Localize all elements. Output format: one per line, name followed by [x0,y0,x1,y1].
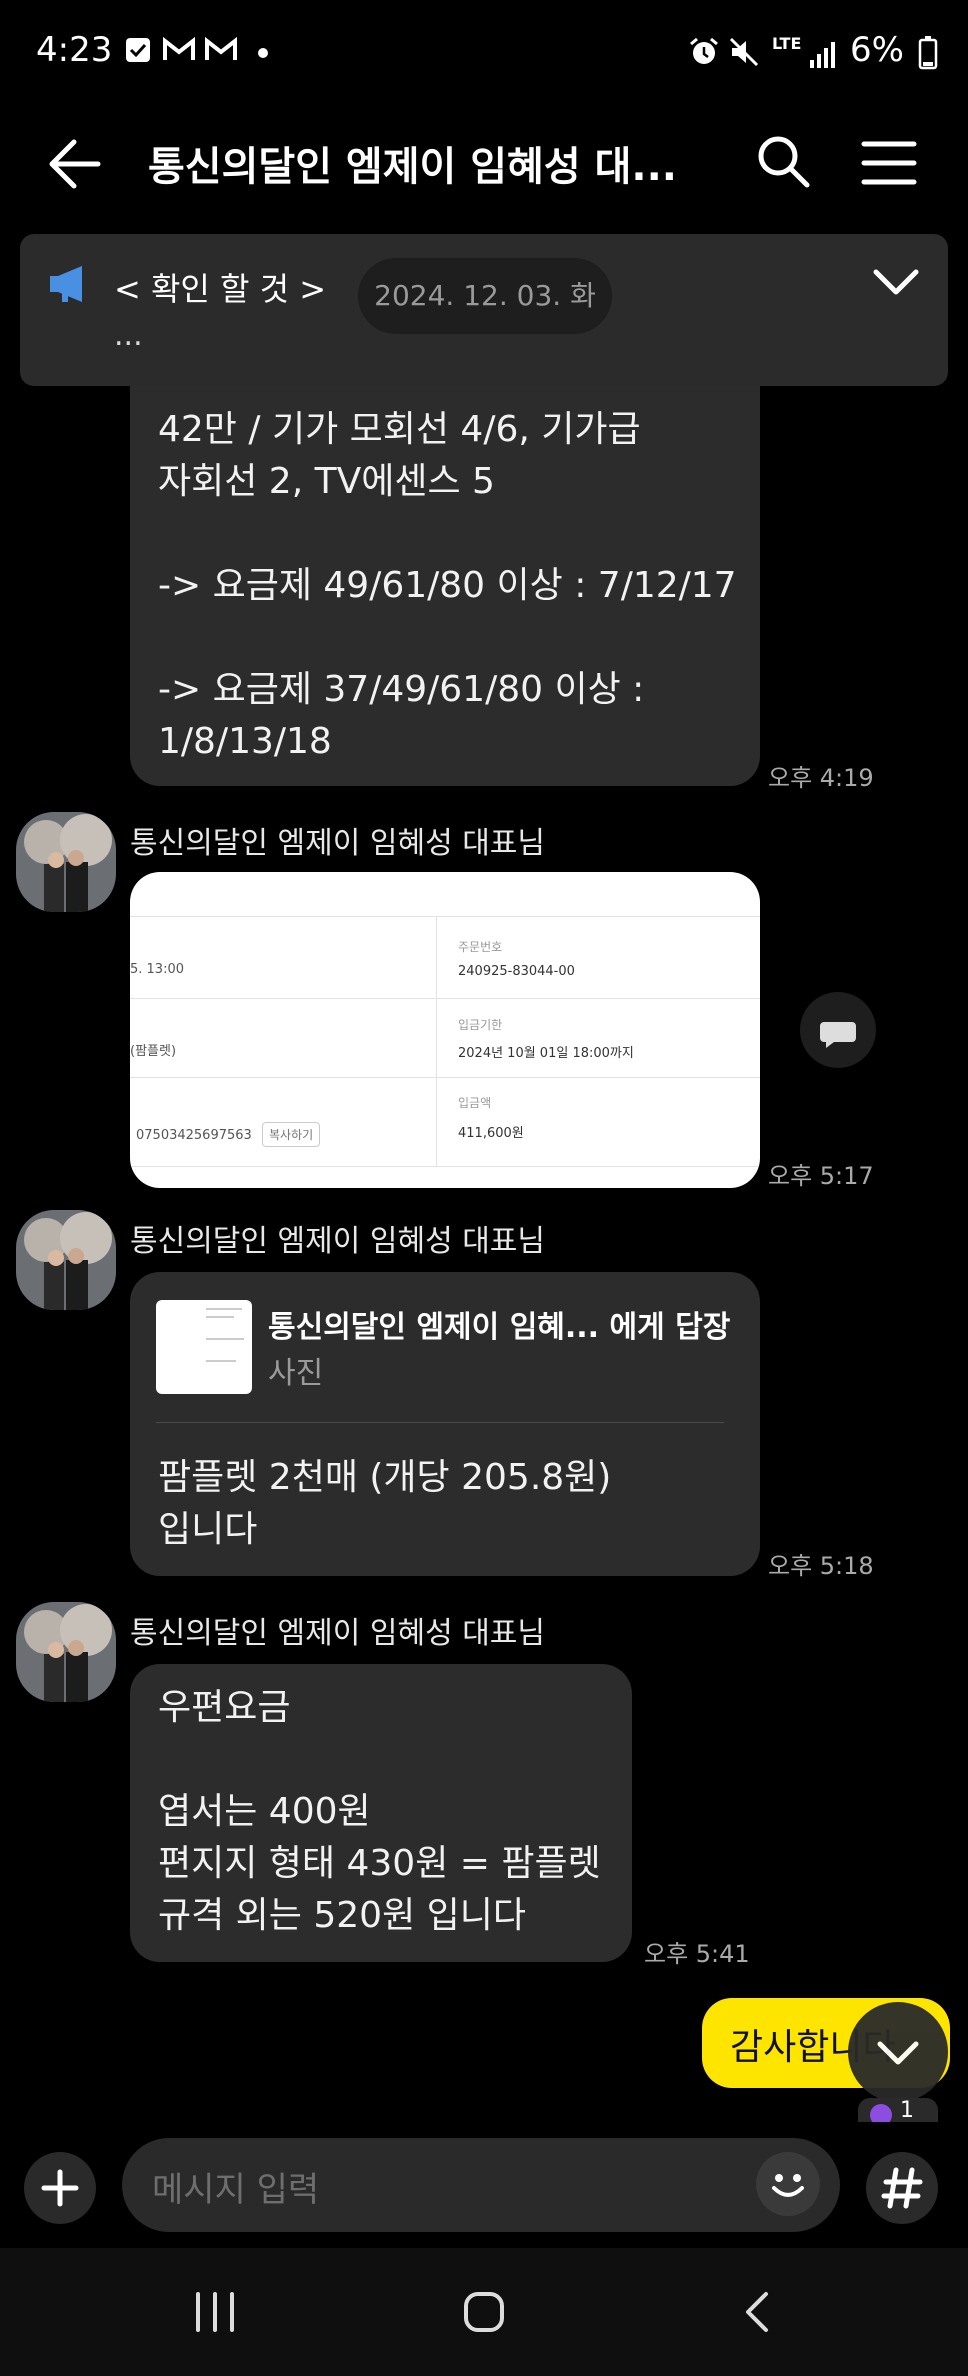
message-text: 42만 / 기가 모회선 4/6, 기가급 자회선 2, TV에센스 5 -> … [158,409,737,762]
home-icon[interactable] [462,2290,506,2334]
scroll-to-bottom-button[interactable] [848,2002,948,2102]
hashtag-button[interactable] [866,2152,938,2224]
sender-name: 통신의달인 엠제이 임혜성 대표님 [130,826,546,861]
sender-name: 통신의달인 엠제이 임혜성 대표님 [130,1616,546,1651]
image-text: 입금기한 [458,1018,503,1032]
image-text: 07503425697563 [136,1128,252,1143]
image-text: 240925-83044-00 [458,964,575,979]
read-status: 1 [858,2098,938,2122]
chat-room-title: 통신의달인 엠제이 임혜성 대... [148,144,677,190]
more-notifications-dot [258,48,268,58]
unread-count: 1 [900,2098,914,2122]
image-text: 주문번호 [458,940,503,954]
checkbox-notification-icon [126,38,150,62]
back-arrow-icon[interactable] [44,134,104,194]
message-time: 오후 5:41 [644,1940,750,1968]
megaphone-icon [50,266,82,302]
emoji-button[interactable] [756,2152,820,2216]
message-time: 오후 5:18 [768,1552,874,1580]
recent-apps-icon[interactable] [190,2290,240,2334]
alarm-icon [690,37,718,64]
reply-type: 사진 [268,1356,324,1391]
gmail-icon [205,36,237,60]
hashtag-icon [881,2167,923,2209]
status-time: 4:23 [36,30,113,70]
message-time: 오후 5:17 [768,1162,874,1190]
image-message[interactable]: 5. 13:00 주문번호 240925-83044-00 (팜플렛) 입금기한… [130,872,760,1188]
notice-title: < 확인 할 것 > [114,270,327,308]
gmail-icon [163,36,195,60]
reply-divider [156,1422,724,1423]
comment-icon [820,1022,856,1048]
plus-icon [41,2169,79,2207]
chevron-down-icon[interactable] [870,264,922,304]
image-text: 2024년 10월 01일 18:00까지 [458,1046,634,1061]
emoji-icon [772,2174,804,2197]
image-text: 입금액 [458,1096,492,1110]
message-input-placeholder: 메시지 입력 [152,2170,320,2210]
sender-name: 통신의달인 엠제이 임혜성 대표님 [130,1224,546,1259]
battery-percent: 6% [850,30,904,70]
chevron-down-icon [877,2041,919,2065]
image-text: (팜플렛) [130,1044,177,1059]
back-nav-icon[interactable] [740,2290,774,2334]
search-icon[interactable] [754,132,814,192]
reply-to-label: 통신의달인 엠제이 임혜... 에게 답장 [268,1310,731,1345]
network-type: LTE [772,34,802,53]
add-attachment-button[interactable] [24,2152,96,2224]
signal-icon [810,42,835,68]
battery-icon [918,36,938,70]
message-text: 우편요금 엽서는 400원 편지지 형태 430원 = 팜플렛 규격 외는 52… [158,1687,601,1936]
avatar[interactable] [16,1602,116,1702]
notice-preview: ... [114,318,143,353]
share-button[interactable] [800,992,876,1068]
image-text: 411,600원 [458,1126,524,1141]
image-text: 복사하기 [262,1122,321,1147]
menu-icon[interactable] [860,138,918,188]
avatar[interactable] [16,1210,116,1310]
message-text: 팜플렛 2천매 (개당 205.8원) 입니다 [158,1457,612,1550]
mute-icon [729,37,759,67]
date-divider: 2024. 12. 03. 화 [358,258,612,334]
message-time: 오후 4:19 [768,764,874,792]
avatar[interactable] [16,812,116,912]
reply-thumbnail [156,1300,252,1394]
image-text: 5. 13:00 [130,962,184,977]
